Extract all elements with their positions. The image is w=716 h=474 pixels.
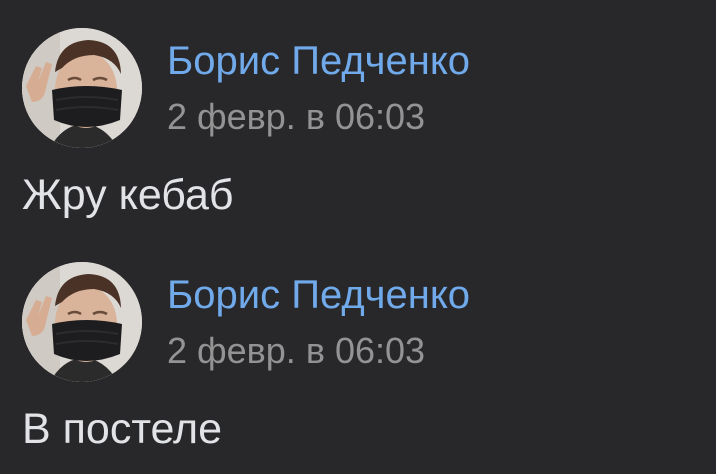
- message-text: Жру кебаб: [22, 171, 234, 219]
- message-date[interactable]: 2 февр. в 06:03: [167, 330, 425, 372]
- message-feed: Борис Педченко 2 февр. в 06:03 Жру кебаб…: [0, 0, 716, 474]
- avatar-photo: [22, 262, 142, 382]
- avatar[interactable]: [22, 262, 142, 382]
- avatar-photo: [22, 28, 142, 148]
- avatar[interactable]: [22, 28, 142, 148]
- message-text: В постеле: [22, 405, 223, 453]
- author-name-link[interactable]: Борис Педченко: [167, 272, 470, 318]
- message-date[interactable]: 2 февр. в 06:03: [167, 96, 425, 138]
- author-name-link[interactable]: Борис Педченко: [167, 38, 470, 84]
